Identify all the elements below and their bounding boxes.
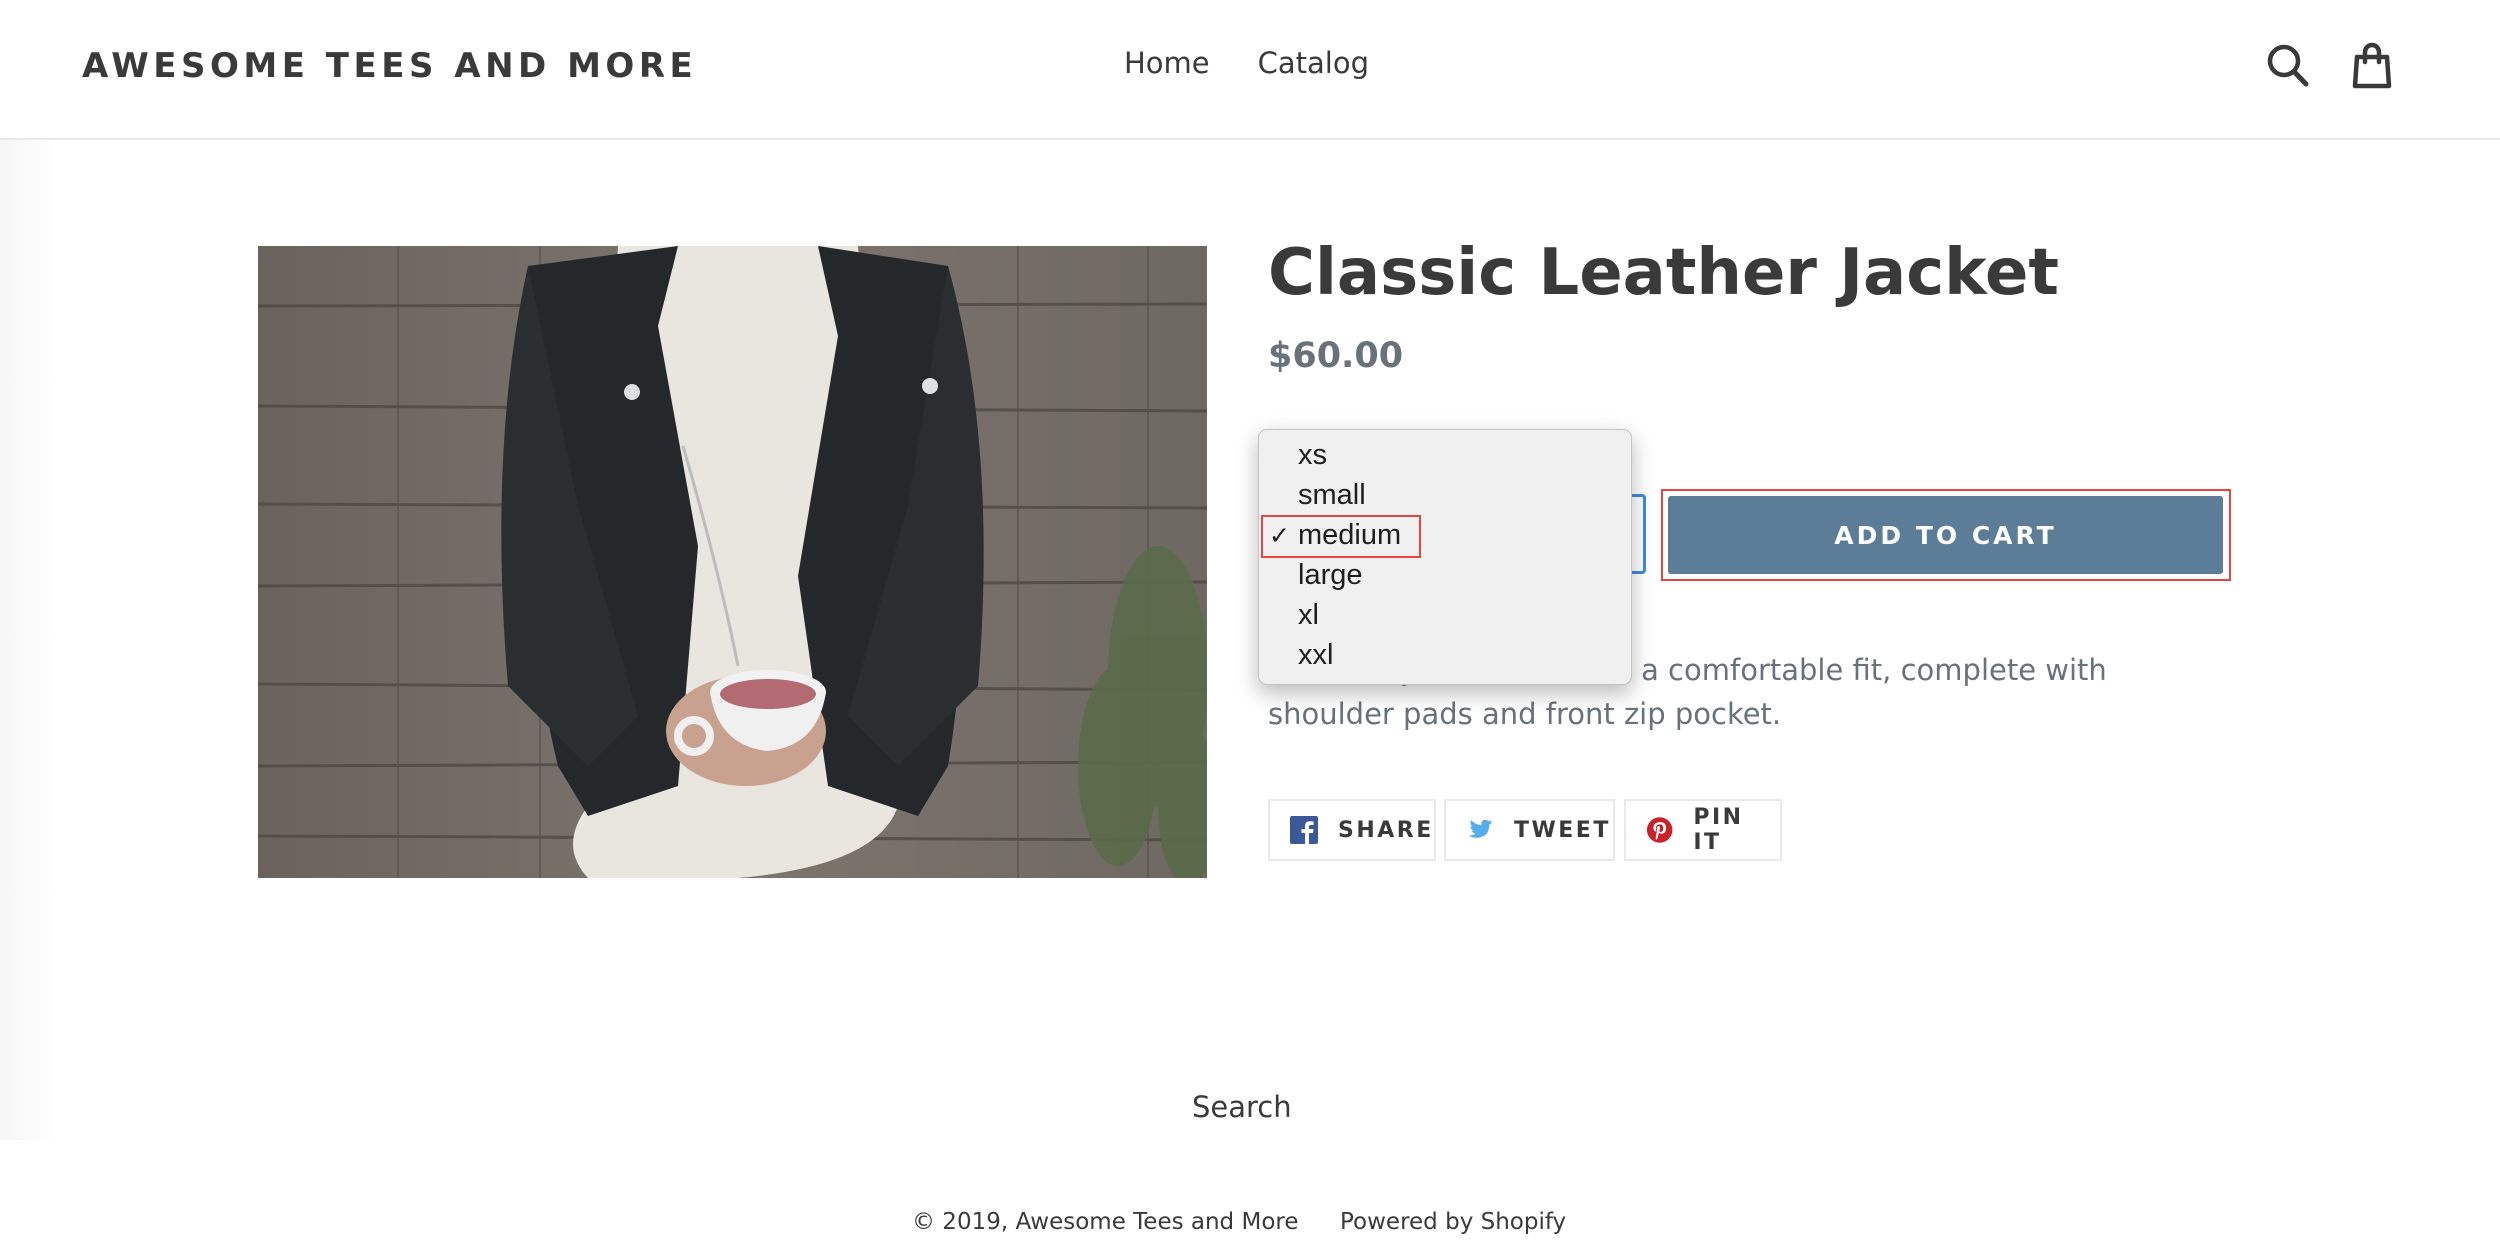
share-facebook-button[interactable]: SHARE bbox=[1268, 799, 1436, 861]
size-option-label: xl bbox=[1298, 599, 1319, 631]
share-twitter-label: TWEET bbox=[1514, 817, 1611, 843]
size-option-label: xs bbox=[1298, 439, 1327, 471]
share-facebook-label: SHARE bbox=[1338, 817, 1434, 843]
share-twitter-button[interactable]: TWEET bbox=[1444, 799, 1615, 861]
facebook-icon bbox=[1290, 816, 1318, 844]
search-icon[interactable] bbox=[2264, 40, 2312, 92]
nav-catalog[interactable]: Catalog bbox=[1258, 46, 1369, 80]
twitter-icon bbox=[1466, 816, 1494, 844]
size-option-label: small bbox=[1298, 479, 1366, 511]
product-title: Classic Leather Jacket bbox=[1268, 236, 2059, 310]
size-option-large[interactable]: large bbox=[1259, 557, 1631, 597]
product-image[interactable] bbox=[258, 246, 1207, 878]
size-option-label: xxl bbox=[1298, 639, 1334, 671]
size-option-xxl[interactable]: xxl bbox=[1259, 637, 1631, 677]
site-header: AWESOME TEES AND MORE Home Catalog bbox=[0, 0, 2500, 140]
powered-by-link[interactable]: Powered by Shopify bbox=[1340, 1209, 1566, 1235]
nav-home[interactable]: Home bbox=[1124, 46, 1210, 80]
share-pinterest-button[interactable]: PIN IT bbox=[1624, 799, 1782, 861]
footer-copyright: © 2019, Awesome Tees and More bbox=[912, 1209, 1299, 1235]
product-price: $60.00 bbox=[1268, 336, 1404, 376]
main-nav: Home Catalog bbox=[1124, 46, 1369, 80]
add-to-cart-button[interactable]: ADD TO CART bbox=[1668, 496, 2223, 574]
pinterest-icon bbox=[1646, 816, 1673, 844]
selected-option-highlight bbox=[1261, 515, 1421, 558]
page-edge-shadow bbox=[0, 140, 60, 1140]
size-option-xl[interactable]: xl bbox=[1259, 597, 1631, 637]
share-pinterest-label: PIN IT bbox=[1693, 805, 1744, 855]
size-option-small[interactable]: small bbox=[1259, 477, 1631, 517]
store-logo[interactable]: AWESOME TEES AND MORE bbox=[82, 46, 697, 86]
size-option-label: large bbox=[1298, 559, 1363, 591]
size-option-xs[interactable]: xs bbox=[1259, 437, 1631, 477]
shopping-bag-icon[interactable] bbox=[2348, 40, 2396, 92]
footer-search-link[interactable]: Search bbox=[1192, 1090, 1292, 1124]
